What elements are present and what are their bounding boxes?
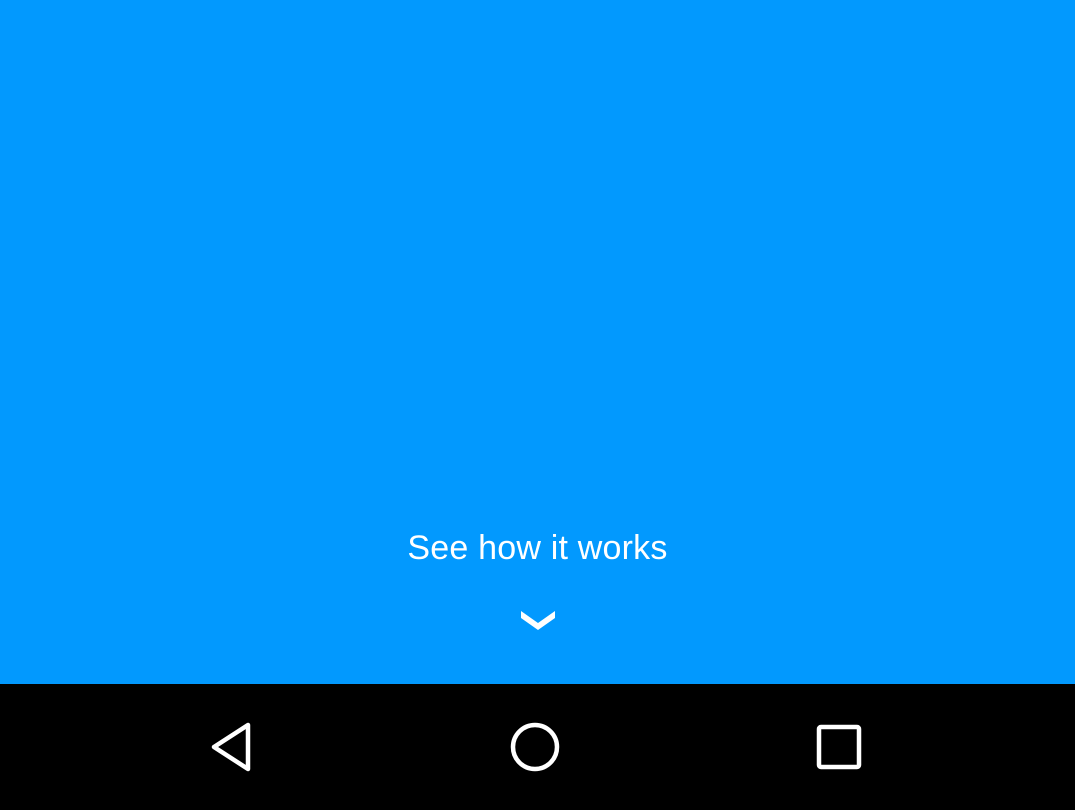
recents-square-icon xyxy=(816,724,862,770)
home-circle-icon xyxy=(510,722,560,772)
chevron-down-icon[interactable] xyxy=(518,604,558,632)
phone-screen: See how it works xyxy=(0,0,1075,810)
see-how-it-works-label: See how it works xyxy=(407,529,668,567)
home-button[interactable] xyxy=(475,684,595,810)
back-button[interactable] xyxy=(172,684,292,810)
see-how-it-works-link[interactable]: See how it works xyxy=(0,520,1075,660)
onboarding-page: See how it works xyxy=(0,0,1075,684)
back-triangle-icon xyxy=(211,722,251,772)
recents-button[interactable] xyxy=(779,684,899,810)
system-navigation-bar xyxy=(0,684,1075,810)
